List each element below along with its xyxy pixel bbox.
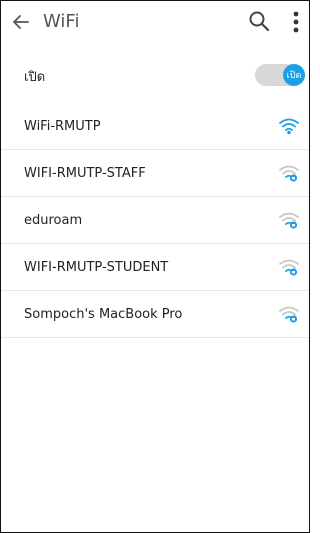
- wifi-toggle-label: เปิด: [24, 69, 46, 85]
- wifi-locked-icon: [278, 258, 300, 276]
- page-title: WiFi: [43, 11, 80, 32]
- arrow-left-icon[interactable]: [11, 12, 31, 32]
- wifi-toggle-switch[interactable]: เปิด: [255, 64, 305, 86]
- network-row[interactable]: WIFI-RMUTP-STUDENT: [1, 244, 309, 291]
- network-row[interactable]: WIFI-RMUTP-STAFF: [1, 150, 309, 197]
- wifi-settings-screen: WiFi เปิด เปิด WiFi-RMUTP WIFI-RMUTP-STAF…: [0, 0, 310, 533]
- network-row[interactable]: eduroam: [1, 197, 309, 244]
- more-vertical-icon[interactable]: [290, 9, 302, 35]
- wifi-locked-icon: [278, 305, 300, 323]
- wifi-toggle-row[interactable]: เปิด เปิด: [1, 54, 309, 98]
- wifi-locked-icon: [278, 164, 300, 182]
- app-bar: WiFi: [1, 1, 309, 43]
- wifi-open-icon: [278, 117, 300, 135]
- network-ssid: WiFi-RMUTP: [24, 118, 101, 134]
- network-ssid: Sompoch's MacBook Pro: [24, 306, 183, 322]
- wifi-locked-icon: [278, 211, 300, 229]
- network-row[interactable]: Sompoch's MacBook Pro: [1, 291, 309, 338]
- network-ssid: WIFI-RMUTP-STAFF: [24, 165, 146, 181]
- network-row[interactable]: WiFi-RMUTP: [1, 103, 309, 150]
- toggle-knob: เปิด: [283, 64, 305, 86]
- network-ssid: eduroam: [24, 212, 83, 228]
- search-icon[interactable]: [248, 10, 270, 32]
- network-ssid: WIFI-RMUTP-STUDENT: [24, 259, 169, 275]
